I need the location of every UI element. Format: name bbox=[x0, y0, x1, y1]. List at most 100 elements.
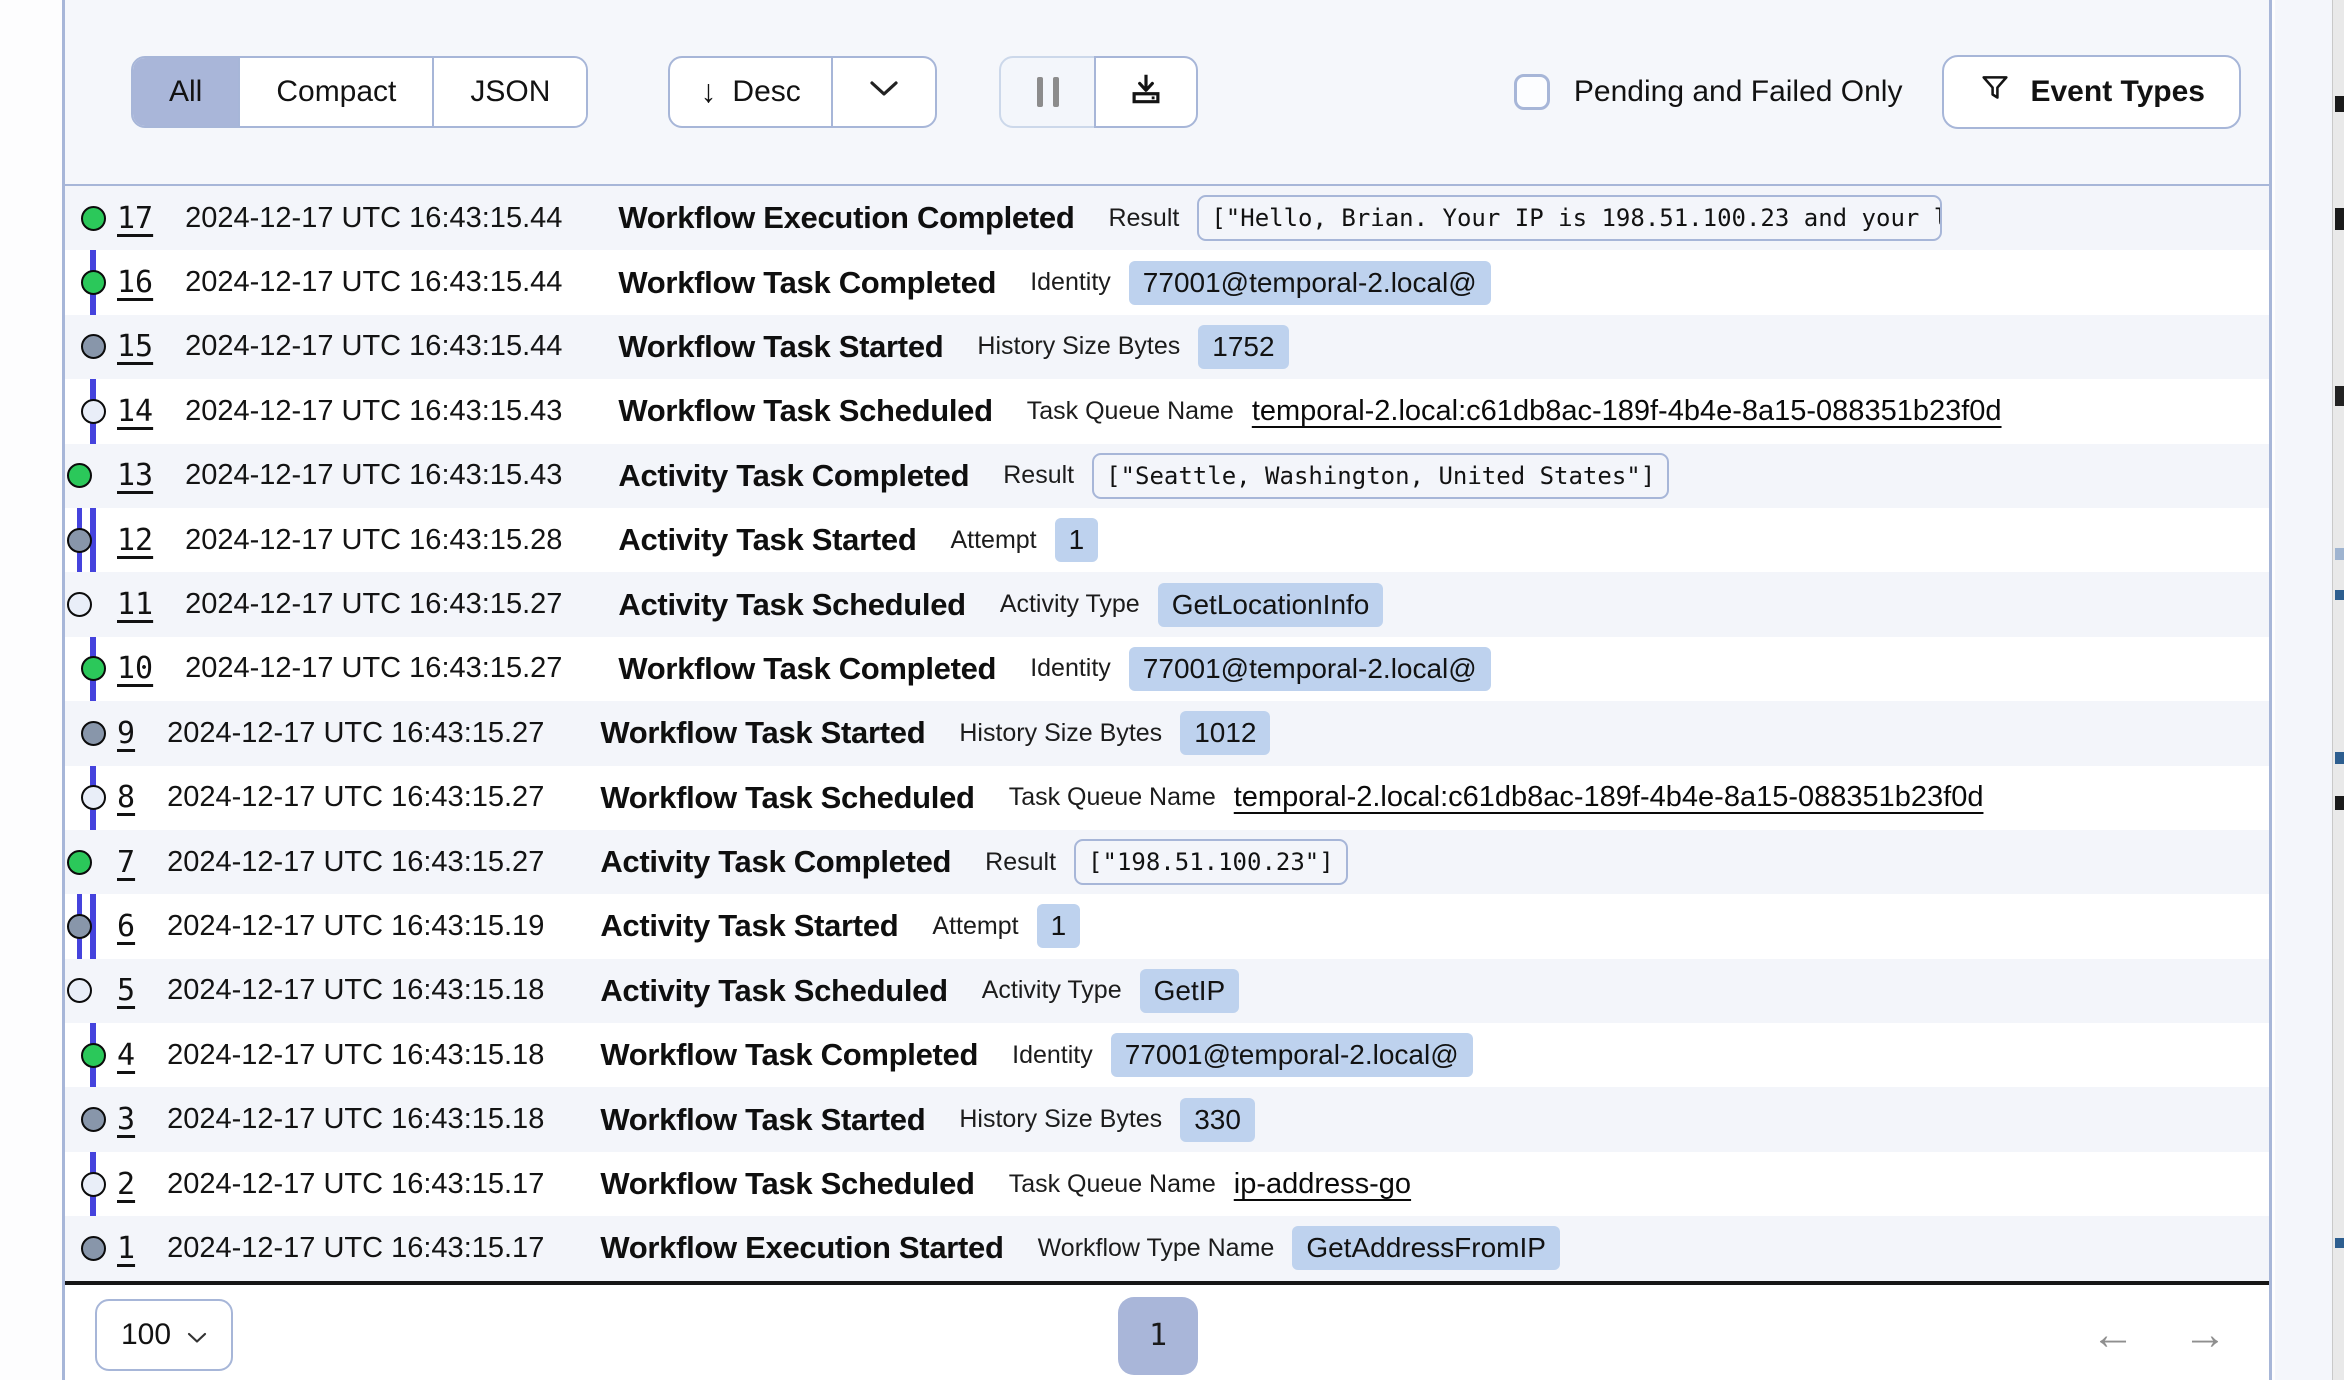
event-detail-value-badge: GetLocationInfo bbox=[1158, 583, 1384, 627]
event-row[interactable]: 112024-12-17 UTC 16:43:15.27Activity Tas… bbox=[65, 572, 2269, 636]
event-row[interactable]: 32024-12-17 UTC 16:43:15.18Workflow Task… bbox=[65, 1087, 2269, 1151]
event-id-link[interactable]: 14 bbox=[117, 394, 153, 429]
event-row[interactable]: 152024-12-17 UTC 16:43:15.44Workflow Tas… bbox=[65, 315, 2269, 379]
event-detail-value-badge: GetIP bbox=[1140, 969, 1240, 1013]
event-row[interactable]: 72024-12-17 UTC 16:43:15.27Activity Task… bbox=[65, 830, 2269, 894]
event-timestamp: 2024-12-17 UTC 16:43:15.43 bbox=[185, 459, 562, 492]
event-id-link[interactable]: 7 bbox=[117, 845, 135, 880]
event-timestamp: 2024-12-17 UTC 16:43:15.27 bbox=[167, 781, 544, 814]
event-row[interactable]: 132024-12-17 UTC 16:43:15.43Activity Tas… bbox=[65, 444, 2269, 508]
right-gap-background bbox=[2275, 0, 2332, 1380]
next-page-arrow-icon[interactable]: → bbox=[2183, 1313, 2227, 1357]
event-name: Workflow Task Completed bbox=[600, 1037, 978, 1073]
event-status-dot-green bbox=[81, 270, 106, 295]
sort-label: Desc bbox=[732, 75, 800, 109]
event-id-link[interactable]: 6 bbox=[117, 909, 135, 944]
event-id-link[interactable]: 16 bbox=[117, 265, 153, 300]
event-history-page: AllCompactJSON ↓ Desc bbox=[0, 0, 2344, 1380]
event-detail-value-badge: 77001@temporal-2.local@ bbox=[1129, 261, 1491, 305]
download-history-button[interactable] bbox=[1094, 56, 1198, 128]
event-timestamp: 2024-12-17 UTC 16:43:15.17 bbox=[167, 1232, 544, 1265]
event-timestamp: 2024-12-17 UTC 16:43:15.44 bbox=[185, 202, 562, 235]
event-detail-value-badge: 330 bbox=[1180, 1098, 1255, 1142]
event-id-link[interactable]: 10 bbox=[117, 651, 153, 686]
event-row[interactable]: 4 2024-12-17 UTC 16:43:15.18 Workflow Task… bbox=[65, 1023, 2269, 1087]
event-detail-value-link[interactable]: temporal-2.local:c61db8ac-189f-4b4e-8a15… bbox=[1252, 395, 2002, 428]
event-id-link[interactable]: 4 bbox=[117, 1038, 135, 1073]
event-status-dot-green bbox=[81, 1043, 106, 1068]
view-tab-json[interactable]: JSON bbox=[432, 58, 586, 126]
event-detail-label: Task Queue Name bbox=[1009, 1170, 1216, 1199]
sort-desc-button[interactable]: ↓ Desc bbox=[670, 58, 830, 126]
playback-download-group bbox=[999, 56, 1199, 128]
event-row[interactable]: 62024-12-17 UTC 16:43:15.19Activity Task… bbox=[65, 894, 2269, 958]
event-status-dot-green bbox=[67, 463, 92, 488]
view-tab-compact[interactable]: Compact bbox=[238, 58, 432, 126]
event-row[interactable]: 22024-12-17 UTC 16:43:15.17Workflow Task… bbox=[65, 1152, 2269, 1216]
event-name: Workflow Task Completed bbox=[618, 651, 996, 687]
pagination-footer: 100 1 ← → bbox=[65, 1285, 2269, 1380]
event-status-dot-green bbox=[81, 206, 106, 231]
event-detail-label: Activity Type bbox=[1000, 590, 1140, 619]
event-timestamp: 2024-12-17 UTC 16:43:15.27 bbox=[185, 588, 562, 621]
event-timestamp: 2024-12-17 UTC 16:43:15.19 bbox=[167, 910, 544, 943]
event-detail-value-badge: 1012 bbox=[1180, 711, 1270, 755]
event-id-link[interactable]: 1 bbox=[117, 1231, 135, 1266]
event-id-link[interactable]: 11 bbox=[117, 587, 153, 622]
event-history-table: 172024-12-17 UTC 16:43:15.44Workflow Exe… bbox=[65, 186, 2269, 1285]
current-page-button[interactable]: 1 bbox=[1118, 1297, 1198, 1375]
event-id-link[interactable]: 17 bbox=[117, 201, 153, 236]
page-size-select[interactable]: 100 bbox=[95, 1299, 233, 1371]
event-detail-value-badge: 77001@temporal-2.local@ bbox=[1129, 647, 1491, 691]
toolbar-right-cluster: Pending and Failed Only Event Types bbox=[1514, 55, 2241, 129]
event-row[interactable]: 162024-12-17 UTC 16:43:15.44Workflow Tas… bbox=[65, 250, 2269, 314]
event-row[interactable]: 102024-12-17 UTC 16:43:15.27Workflow Tas… bbox=[65, 637, 2269, 701]
download-icon bbox=[1127, 70, 1165, 113]
event-history-panel: AllCompactJSON ↓ Desc bbox=[62, 0, 2272, 1380]
event-row[interactable]: 92024-12-17 UTC 16:43:15.27Workflow Task… bbox=[65, 701, 2269, 765]
event-row[interactable]: 172024-12-17 UTC 16:43:15.44Workflow Exe… bbox=[65, 186, 2269, 250]
event-types-filter-button[interactable]: Event Types bbox=[1942, 55, 2241, 129]
event-id-link[interactable]: 5 bbox=[117, 973, 135, 1008]
event-detail-value-code: ["198.51.100.23"] bbox=[1074, 839, 1348, 885]
event-name: Workflow Execution Started bbox=[600, 1230, 1003, 1266]
event-detail-label: Activity Type bbox=[982, 976, 1122, 1005]
event-detail-value-link[interactable]: ip-address-go bbox=[1234, 1168, 1411, 1201]
event-row[interactable]: 122024-12-17 UTC 16:43:15.28Activity Tas… bbox=[65, 508, 2269, 572]
event-status-dot-gray bbox=[81, 1236, 106, 1261]
event-detail-label: Task Queue Name bbox=[1009, 783, 1216, 812]
event-id-link[interactable]: 8 bbox=[117, 780, 135, 815]
event-id-link[interactable]: 12 bbox=[117, 523, 153, 558]
event-name: Activity Task Scheduled bbox=[600, 973, 947, 1009]
event-status-dot-gray bbox=[81, 1107, 106, 1132]
event-row[interactable]: 5 2024-12-17 UTC 16:43:15.18 Activity Task… bbox=[65, 959, 2269, 1023]
pause-icon bbox=[1037, 77, 1043, 107]
event-id-link[interactable]: 3 bbox=[117, 1102, 135, 1137]
event-id-link[interactable]: 13 bbox=[117, 458, 153, 493]
sort-options-dropdown-button[interactable] bbox=[831, 58, 935, 126]
pending-failed-checkbox[interactable] bbox=[1514, 74, 1550, 110]
event-id-link[interactable]: 2 bbox=[117, 1167, 135, 1202]
event-row[interactable]: 1 2024-12-17 UTC 16:43:15.17 Workflow Exec… bbox=[65, 1216, 2269, 1280]
pause-button[interactable] bbox=[999, 56, 1097, 128]
event-id-link[interactable]: 15 bbox=[117, 329, 153, 364]
select-chevron-down-icon bbox=[187, 1318, 207, 1352]
event-detail-value-badge: 1 bbox=[1037, 904, 1081, 948]
event-history-toolbar: AllCompactJSON ↓ Desc bbox=[65, 0, 2269, 186]
event-timestamp: 2024-12-17 UTC 16:43:15.44 bbox=[185, 266, 562, 299]
event-id-link[interactable]: 9 bbox=[117, 716, 135, 751]
event-row[interactable]: 82024-12-17 UTC 16:43:15.27Workflow Task… bbox=[65, 766, 2269, 830]
event-detail-value-link[interactable]: temporal-2.local:c61db8ac-189f-4b4e-8a15… bbox=[1234, 781, 1984, 814]
event-status-dot-gray bbox=[81, 721, 106, 746]
event-timestamp: 2024-12-17 UTC 16:43:15.18 bbox=[167, 1039, 544, 1072]
view-mode-segmented-control: AllCompactJSON bbox=[131, 56, 588, 128]
sort-control: ↓ Desc bbox=[668, 56, 936, 128]
event-detail-label: Attempt bbox=[950, 526, 1036, 555]
view-tab-all[interactable]: All bbox=[133, 58, 238, 126]
event-row[interactable]: 142024-12-17 UTC 16:43:15.43Workflow Tas… bbox=[65, 379, 2269, 443]
event-timestamp: 2024-12-17 UTC 16:43:15.18 bbox=[167, 1103, 544, 1136]
event-timestamp: 2024-12-17 UTC 16:43:15.43 bbox=[185, 395, 562, 428]
event-detail-value-code: ["Hello, Brian. Your IP is 198.51.100.23… bbox=[1197, 195, 1942, 241]
previous-page-arrow-icon[interactable]: ← bbox=[2091, 1313, 2135, 1357]
event-timestamp: 2024-12-17 UTC 16:43:15.18 bbox=[167, 974, 544, 1007]
